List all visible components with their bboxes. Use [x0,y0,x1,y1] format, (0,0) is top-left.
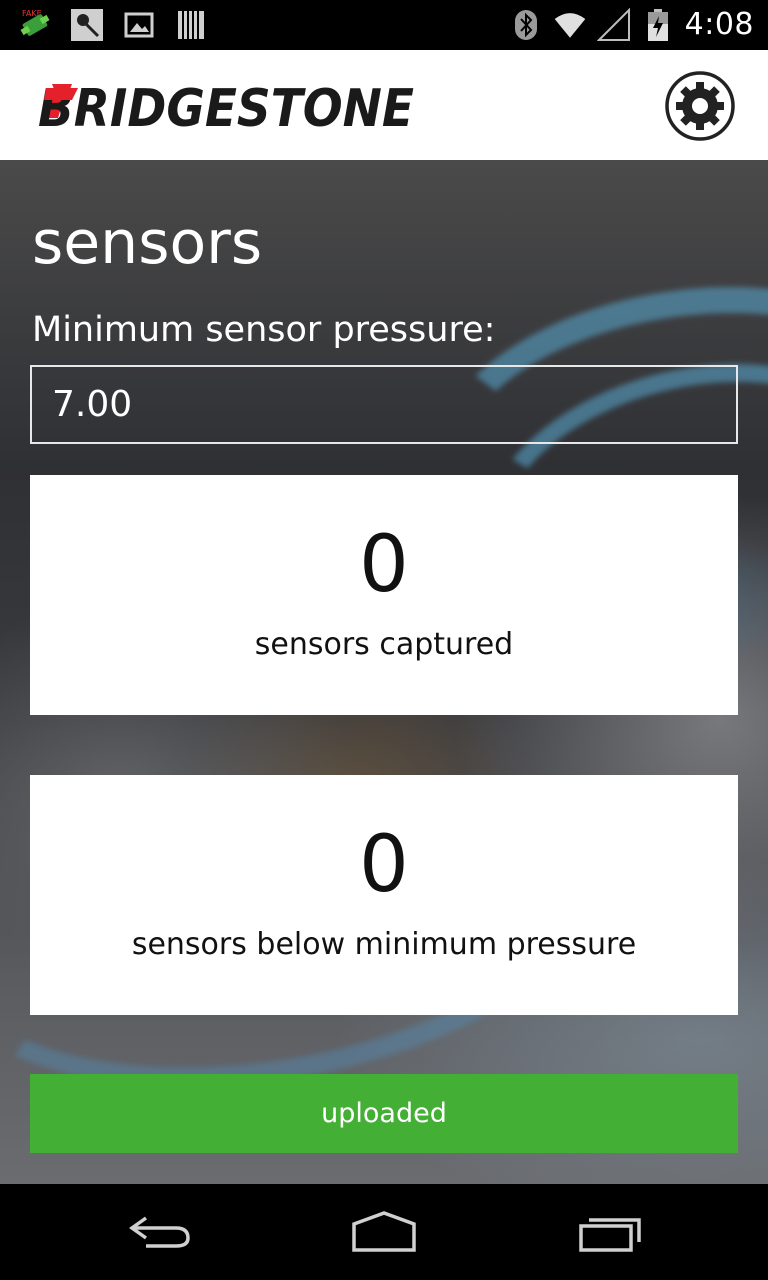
navigation-bar [0,1184,768,1280]
signal-icon [596,8,631,42]
sensors-below-minimum-count: 0 [359,820,409,910]
barcode-icon [174,8,208,42]
uploaded-button[interactable]: uploaded [30,1074,738,1153]
home-button[interactable] [339,1204,429,1260]
fake-gps-icon: FAKE [18,8,52,42]
pressure-label: Minimum sensor pressure: [32,310,496,350]
svg-text:FAKE: FAKE [22,9,42,18]
notification-icons: FAKE [18,8,208,42]
sensors-captured-label: sensors captured [254,627,514,662]
clock: 4:08 [684,7,754,42]
battery-charging-icon [641,8,675,42]
recent-apps-icon [579,1218,641,1252]
main-content: sensors Minimum sensor pressure: 0 senso… [0,160,768,1184]
gear-icon [665,71,735,141]
sensors-below-minimum-card: 0 sensors below minimum pressure [30,775,738,1015]
back-icon [128,1216,190,1248]
sensors-captured-card: 0 sensors captured [30,475,738,715]
app-header: BRIDGESTONE [0,50,768,160]
system-indicators: 4:08 [509,6,754,44]
page-title: sensors [32,208,263,278]
wifi-icon [553,8,587,42]
image-icon [122,8,156,42]
microphone-icon [70,8,104,42]
status-bar: FAKE 4:08 [0,0,768,50]
settings-button[interactable] [664,70,736,142]
sensors-captured-count: 0 [359,520,409,610]
bluetooth-icon [509,8,543,42]
svg-text:BRIDGESTONE: BRIDGESTONE [38,79,414,134]
back-button[interactable] [114,1204,204,1260]
recent-apps-button[interactable] [564,1204,654,1260]
bridgestone-logo: BRIDGESTONE [38,78,418,139]
sensors-below-minimum-label: sensors below minimum pressure [131,927,637,962]
pressure-input[interactable] [30,365,738,444]
home-icon [352,1211,416,1252]
